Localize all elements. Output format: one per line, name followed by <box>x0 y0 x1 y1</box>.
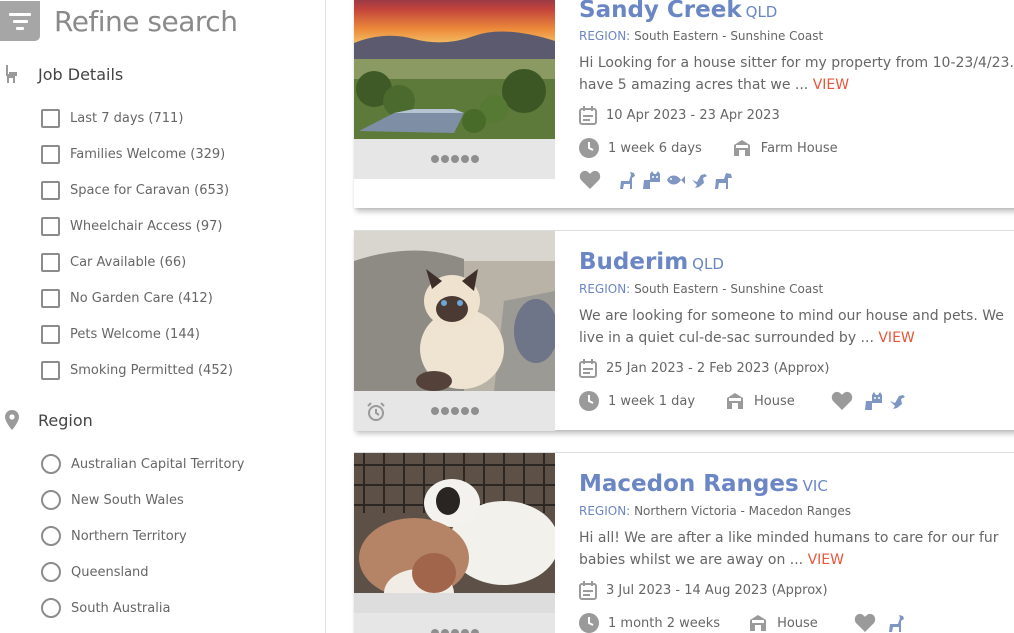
property-type: House <box>777 615 818 631</box>
radio[interactable] <box>41 562 61 582</box>
checkbox[interactable] <box>41 180 60 200</box>
duration: 1 week 1 day <box>608 393 696 409</box>
chair-icon <box>0 64 24 84</box>
checkbox[interactable] <box>41 144 60 164</box>
dog-icon <box>620 172 635 189</box>
photo-footer <box>354 391 555 431</box>
job-details-heading[interactable]: Job Details <box>0 64 123 84</box>
checkbox[interactable] <box>41 216 60 236</box>
listing-photo[interactable] <box>354 231 555 391</box>
calendar-icon <box>579 106 597 125</box>
refine-title: Refine search <box>54 4 238 38</box>
duration-row: 1 month 2 weeks House <box>579 613 906 633</box>
view-link[interactable]: VIEW <box>878 330 914 346</box>
listing-title[interactable]: Buderim QLD <box>579 249 724 275</box>
listing-card[interactable]: Macedon Ranges VIC REGION: Northern Victo… <box>354 452 1014 633</box>
filter-last-7-days[interactable]: Last 7 days (711) <box>41 108 183 128</box>
house-icon <box>727 393 744 409</box>
radio[interactable] <box>41 526 61 546</box>
clock-icon <box>579 138 599 158</box>
filter-icon[interactable] <box>0 1 40 41</box>
filter-car-available[interactable]: Car Available (66) <box>41 252 186 272</box>
listing-title[interactable]: Sandy Creek QLD <box>579 0 777 23</box>
bird-icon <box>889 395 905 409</box>
duration: 1 week 6 days <box>608 140 702 156</box>
radio[interactable] <box>41 454 61 474</box>
filter-no-garden-care[interactable]: No Garden Care (412) <box>41 288 213 308</box>
heart-icon[interactable] <box>579 170 601 190</box>
carousel-dots[interactable] <box>430 407 479 415</box>
duration-row: 1 week 6 days Farm House <box>579 138 838 158</box>
house-icon <box>750 615 767 631</box>
listing-card[interactable]: Buderim QLD REGION: South Eastern - Sunsh… <box>354 230 1014 431</box>
radio[interactable] <box>41 490 61 510</box>
checkbox[interactable] <box>41 108 60 128</box>
region-option-nsw[interactable]: New South Wales <box>41 490 184 510</box>
date-row: 3 Jul 2023 - 14 Aug 2023 (Approx) <box>579 581 828 600</box>
duration-row: 1 week 1 day House <box>579 391 907 411</box>
alarm-clock-icon <box>366 402 386 427</box>
view-link[interactable]: VIEW <box>808 552 844 568</box>
cat-icon <box>864 392 882 410</box>
horse-icon <box>715 173 732 189</box>
pets-row <box>579 170 733 190</box>
listing-description: We are looking for someone to mind our h… <box>579 308 1004 346</box>
carousel-dots[interactable] <box>430 155 479 163</box>
view-link[interactable]: VIEW <box>813 77 849 93</box>
photo-footer <box>354 613 555 633</box>
date-range: 10 Apr 2023 - 23 Apr 2023 <box>606 108 780 123</box>
date-row: 10 Apr 2023 - 23 Apr 2023 <box>579 106 780 125</box>
radio[interactable] <box>41 598 61 618</box>
listing-region: REGION: South Eastern - Sunshine Coast <box>579 282 824 296</box>
refine-sidebar: Refine search Job Details Last 7 days (7… <box>0 0 326 633</box>
checkbox[interactable] <box>41 288 60 308</box>
date-range: 3 Jul 2023 - 14 Aug 2023 (Approx) <box>606 583 828 598</box>
checkbox[interactable] <box>41 360 60 380</box>
dog-icon <box>888 615 904 632</box>
filter-wheelchair-access[interactable]: Wheelchair Access (97) <box>41 216 222 236</box>
property-type: House <box>754 393 795 409</box>
calendar-icon <box>579 359 597 378</box>
filter-smoking-permitted[interactable]: Smoking Permitted (452) <box>41 360 233 380</box>
house-icon <box>733 140 750 156</box>
checkbox[interactable] <box>41 252 60 272</box>
clock-icon <box>579 391 599 411</box>
filter-families-welcome[interactable]: Families Welcome (329) <box>41 144 225 164</box>
listing-card[interactable]: Sandy Creek QLD REGION: South Eastern - S… <box>354 0 1014 208</box>
map-pin-icon <box>0 410 24 430</box>
filter-pets-welcome[interactable]: Pets Welcome (144) <box>41 324 200 344</box>
listing-description: Hi Looking for a house sitter for my pro… <box>579 55 1014 93</box>
calendar-icon <box>579 581 597 600</box>
region-label: Region <box>38 410 93 430</box>
fish-icon <box>667 175 685 185</box>
date-range: 25 Jan 2023 - 2 Feb 2023 (Approx) <box>606 361 830 376</box>
region-option-sa[interactable]: South Australia <box>41 598 170 618</box>
listing-description: Hi all! We are after a like minded human… <box>579 530 999 568</box>
listing-photo[interactable] <box>354 453 555 613</box>
region-option-act[interactable]: Australian Capital Territory <box>41 454 244 474</box>
listing-region: REGION: South Eastern - Sunshine Coast <box>579 29 824 43</box>
carousel-dots[interactable] <box>430 629 479 633</box>
cat-icon <box>643 171 660 189</box>
job-details-label: Job Details <box>38 64 124 84</box>
refine-header[interactable]: Refine search <box>0 0 238 42</box>
bird-icon <box>692 174 707 188</box>
heart-icon[interactable] <box>831 391 853 411</box>
listing-region: REGION: Northern Victoria - Macedon Rang… <box>579 504 852 518</box>
property-type: Farm House <box>760 140 838 156</box>
heart-icon[interactable] <box>854 613 876 633</box>
listing-photo[interactable] <box>354 0 555 139</box>
filter-space-for-caravan[interactable]: Space for Caravan (653) <box>41 180 229 200</box>
date-row: 25 Jan 2023 - 2 Feb 2023 (Approx) <box>579 359 830 378</box>
region-option-nt[interactable]: Northern Territory <box>41 526 187 546</box>
photo-footer <box>354 139 555 179</box>
listing-title[interactable]: Macedon Ranges VIC <box>579 471 828 497</box>
region-heading[interactable]: Region <box>0 410 93 430</box>
duration: 1 month 2 weeks <box>608 615 721 631</box>
region-option-qld[interactable]: Queensland <box>41 562 149 582</box>
clock-icon <box>579 613 599 633</box>
checkbox[interactable] <box>41 324 60 344</box>
